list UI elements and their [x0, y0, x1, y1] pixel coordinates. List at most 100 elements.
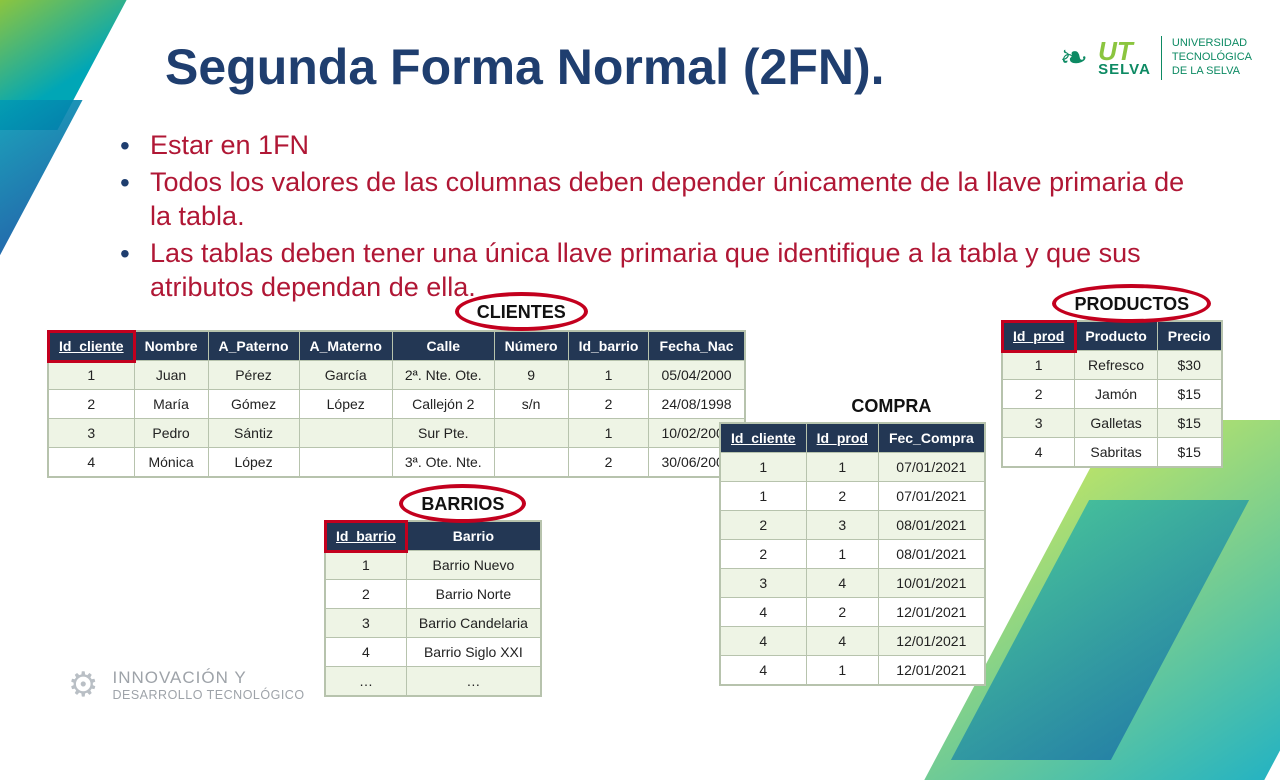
- table-cell: 1: [49, 361, 135, 390]
- bullet-list: Estar en 1FN Todos los valores de las co…: [120, 128, 1195, 307]
- table-cell: 07/01/2021: [878, 453, 984, 482]
- table-cell: Mónica: [134, 448, 208, 477]
- table-cell: $15: [1157, 438, 1221, 467]
- barrios-table: Id_barrio Barrio 1Barrio Nuevo2Barrio No…: [325, 521, 541, 696]
- table-cell: [299, 448, 392, 477]
- table-cell: 3: [326, 609, 407, 638]
- footer-line2: DESARROLLO TECNOLÓGICO: [112, 688, 304, 702]
- table-cell: 08/01/2021: [878, 540, 984, 569]
- table-cell: 1: [1003, 351, 1075, 380]
- table-cell: 2: [721, 540, 807, 569]
- table-row: 2308/01/2021: [721, 511, 985, 540]
- table-cell: 1: [721, 453, 807, 482]
- table-cell: 2: [326, 580, 407, 609]
- table-cell: Refresco: [1075, 351, 1157, 380]
- table-row: 1Barrio Nuevo: [326, 551, 541, 580]
- table-cell: [299, 419, 392, 448]
- table-row: 2MaríaGómezLópezCallejón 2s/n224/08/1998: [49, 390, 745, 419]
- compra-table: Id_cliente Id_prod Fec_Compra 1107/01/20…: [720, 423, 985, 685]
- table-cell: 1: [806, 656, 878, 685]
- logo-text: UNIVERSIDAD TECNOLÓGICA DE LA SELVA: [1172, 37, 1252, 78]
- table-cell: 1: [326, 551, 407, 580]
- table-row: 2108/01/2021: [721, 540, 985, 569]
- table-cell: 2: [568, 390, 649, 419]
- table-cell: …: [406, 667, 540, 696]
- col-calle: Calle: [392, 332, 494, 361]
- table-cell: López: [208, 448, 299, 477]
- caption-compra: COMPRA: [835, 394, 947, 419]
- table-cell: Sántiz: [208, 419, 299, 448]
- table-productos: PRODUCTOS Id_prod Producto Precio 1Refre…: [1002, 292, 1222, 467]
- table-cell: 1: [568, 361, 649, 390]
- caption-productos: PRODUCTOS: [1058, 292, 1205, 317]
- col-producto: Producto: [1075, 322, 1157, 351]
- table-row: 1107/01/2021: [721, 453, 985, 482]
- table-cell: 4: [326, 638, 407, 667]
- table-cell: Juan: [134, 361, 208, 390]
- table-cell: 4: [806, 627, 878, 656]
- col-id-barrio: Id_barrio: [326, 522, 407, 551]
- col-id-cliente: Id_cliente: [721, 424, 807, 453]
- table-cell: 3ª. Ote. Nte.: [392, 448, 494, 477]
- table-cell: Barrio Norte: [406, 580, 540, 609]
- table-cell: Sabritas: [1075, 438, 1157, 467]
- table-cell: 07/01/2021: [878, 482, 984, 511]
- table-clientes: CLIENTES Id_cliente Nombre A_Paterno A_M…: [48, 300, 745, 477]
- table-cell: 4: [721, 627, 807, 656]
- table-cell: 2: [806, 482, 878, 511]
- table-cell: 4: [1003, 438, 1075, 467]
- table-cell: 12/01/2021: [878, 656, 984, 685]
- footer-line1: INNOVACIÓN Y: [112, 668, 304, 688]
- table-cell: $30: [1157, 351, 1221, 380]
- table-row: 1207/01/2021: [721, 482, 985, 511]
- productos-table: Id_prod Producto Precio 1Refresco$302Jam…: [1002, 321, 1222, 467]
- table-row: 3PedroSántizSur Pte.110/02/2001: [49, 419, 745, 448]
- table-row: 4MónicaLópez3ª. Ote. Nte.230/06/2000: [49, 448, 745, 477]
- col-nombre: Nombre: [134, 332, 208, 361]
- table-row: 2Barrio Norte: [326, 580, 541, 609]
- table-cell: 08/01/2021: [878, 511, 984, 540]
- table-cell: Barrio Nuevo: [406, 551, 540, 580]
- page-title: Segunda Forma Normal (2FN).: [165, 38, 885, 96]
- table-compra: COMPRA Id_cliente Id_prod Fec_Compra 110…: [720, 394, 985, 685]
- footer-tagline: ⚙ INNOVACIÓN Y DESARROLLO TECNOLÓGICO: [68, 668, 305, 702]
- table-row: 4112/01/2021: [721, 656, 985, 685]
- table-cell: 3: [1003, 409, 1075, 438]
- table-row: 1Refresco$30: [1003, 351, 1222, 380]
- table-cell: 9: [494, 361, 568, 390]
- col-idbarrio: Id_barrio: [568, 332, 649, 361]
- table-cell: [494, 448, 568, 477]
- col-numero: Número: [494, 332, 568, 361]
- decor-top-left-2: [0, 100, 83, 260]
- table-cell: 05/04/2000: [649, 361, 744, 390]
- table-row: 4Sabritas$15: [1003, 438, 1222, 467]
- table-cell: 3: [806, 511, 878, 540]
- logo-ut: UT SELVA: [1098, 40, 1151, 77]
- table-cell: Jamón: [1075, 380, 1157, 409]
- table-cell: 4: [721, 598, 807, 627]
- bullet-item: Todos los valores de las columnas deben …: [120, 165, 1195, 234]
- table-cell: 12/01/2021: [878, 627, 984, 656]
- table-cell: Callejón 2: [392, 390, 494, 419]
- table-cell: 4: [806, 569, 878, 598]
- table-row: 3Galletas$15: [1003, 409, 1222, 438]
- table-cell: 2ª. Nte. Ote.: [392, 361, 494, 390]
- table-cell: Galletas: [1075, 409, 1157, 438]
- gear-icon: ⚙: [68, 668, 98, 702]
- caption-barrios: BARRIOS: [405, 492, 520, 517]
- col-id-prod: Id_prod: [806, 424, 878, 453]
- col-fec-compra: Fec_Compra: [878, 424, 984, 453]
- table-cell: Barrio Candelaria: [406, 609, 540, 638]
- table-cell: 3: [721, 569, 807, 598]
- table-cell: Gómez: [208, 390, 299, 419]
- table-cell: Barrio Siglo XXI: [406, 638, 540, 667]
- table-cell: [494, 419, 568, 448]
- table-row: 4212/01/2021: [721, 598, 985, 627]
- table-cell: 4: [49, 448, 135, 477]
- table-cell: 1: [806, 540, 878, 569]
- table-cell: 2: [721, 511, 807, 540]
- logo-divider: [1161, 36, 1162, 80]
- table-cell: 1: [806, 453, 878, 482]
- tree-icon: ❧: [1060, 41, 1089, 75]
- clientes-table: Id_cliente Nombre A_Paterno A_Materno Ca…: [48, 331, 745, 477]
